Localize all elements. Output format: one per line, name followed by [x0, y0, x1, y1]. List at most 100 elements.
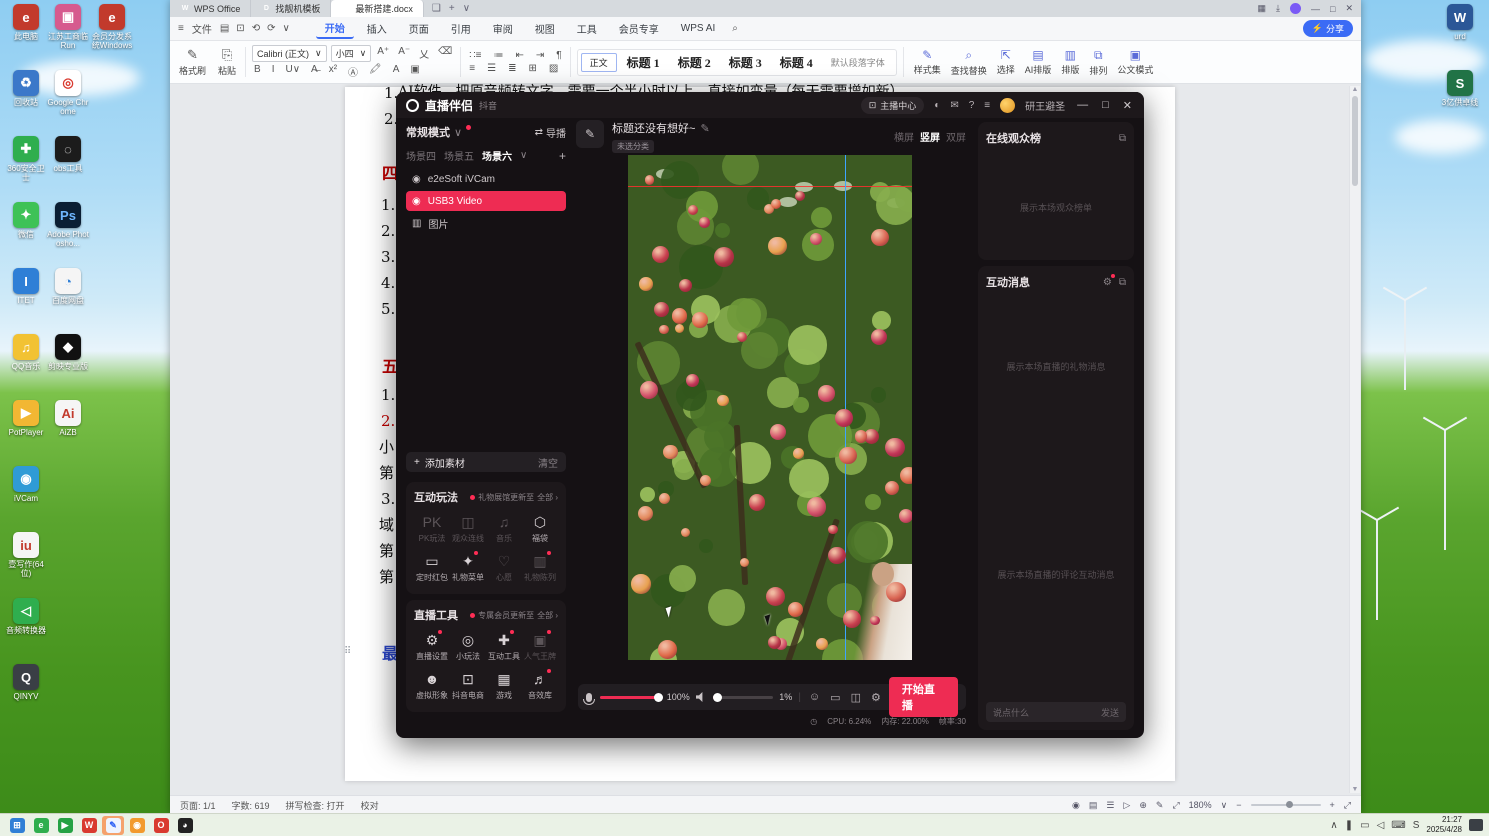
view-tool-icon[interactable]: ☰ [1106, 800, 1114, 811]
stream-title[interactable]: 标题还没有想好~ [612, 120, 695, 136]
interactive-feature[interactable]: ▥ 礼物陈列 [522, 551, 558, 583]
director-button[interactable]: ⇄ 导播 [535, 125, 566, 140]
desktop-icon[interactable]: ♻ 回收站 [4, 70, 48, 128]
desktop-icon[interactable]: ◌ obs工具 [46, 136, 90, 194]
download-icon[interactable]: ⤓ [1276, 3, 1280, 14]
file-menu[interactable]: 文件 [192, 21, 212, 36]
ribbon-tab[interactable]: 开始 [315, 18, 354, 39]
tray-icon[interactable]: ▭ [1360, 820, 1369, 831]
font-style-icon[interactable]: Ⓐ [346, 64, 360, 79]
popout-icon[interactable]: ⧉ [1119, 277, 1126, 288]
layout-grid-icon[interactable]: ▦ [1258, 3, 1267, 14]
style-preset[interactable]: 默认段落字体 [823, 54, 893, 71]
proofread-button[interactable]: 校对 [361, 799, 379, 812]
font-name-select[interactable]: Calibri (正文) ∨ [252, 45, 327, 62]
scene-tab[interactable]: 场景四 [406, 148, 436, 163]
clear-button[interactable]: 清空 [538, 455, 558, 470]
font-style-icon[interactable]: x² [327, 64, 339, 79]
ribbon-tab[interactable]: 审阅 [484, 19, 522, 38]
vertical-scrollbar[interactable]: ▲ ▼ [1349, 86, 1360, 793]
chevron-down-icon[interactable]: ∨ [454, 126, 462, 139]
search-icon[interactable]: ⌕ [730, 23, 740, 34]
paragraph-tool-icon[interactable]: ⇤ [514, 50, 526, 61]
minimize-button[interactable]: — [1311, 4, 1320, 14]
paragraph-tool-icon[interactable]: ⊞ [527, 63, 539, 74]
desktop-icon[interactable]: ▣ 江苏工商临 Run [46, 4, 90, 62]
live-tool[interactable]: ▦ 游戏 [486, 671, 522, 701]
user-avatar[interactable] [1000, 97, 1016, 113]
ribbon-tab[interactable]: 页面 [400, 19, 438, 38]
desktop-icon[interactable]: ✚ 360安全卫士 [4, 136, 48, 194]
live-tool[interactable]: ✚ 互动工具 [486, 630, 522, 662]
mode-selector[interactable]: 常规模式 [406, 124, 450, 140]
popout-icon[interactable]: ⧉ [1119, 133, 1126, 144]
zoom-in-button[interactable]: + [1330, 800, 1335, 810]
screen-mode-option[interactable]: 双屏 [946, 129, 966, 144]
desktop-icon[interactable]: ▶ PotPlayer [4, 400, 48, 458]
font-style-icon[interactable]: 🖍 [367, 64, 384, 79]
view-tool-icon[interactable]: ⊕ [1139, 800, 1147, 811]
ribbon-tool-button[interactable]: ▤ AI排版 [1021, 48, 1056, 77]
menu-icon[interactable]: ≡ [984, 100, 990, 111]
ribbon-tab[interactable]: 视图 [526, 19, 564, 38]
tray-icon[interactable]: ◁ [1377, 820, 1385, 831]
view-tool-icon[interactable]: ✎ [1156, 800, 1164, 811]
see-all-link[interactable]: 全部 › [537, 492, 558, 503]
camera-preview-photo[interactable] [628, 155, 912, 660]
desktop-icon[interactable]: iu 壹写作(64位) [4, 532, 48, 590]
comment-icon[interactable]: ❑ [432, 3, 441, 14]
ribbon-tool-button[interactable]: ▥ 排版 [1057, 48, 1083, 77]
zoom-slider[interactable] [1250, 801, 1321, 808]
style-preset[interactable]: 正文 [580, 52, 617, 72]
source-item[interactable]: ◉ USB3 Video [406, 191, 566, 211]
taskbar-app[interactable]: ✎ [102, 815, 124, 835]
font-tool-icon[interactable]: 乂 [417, 46, 431, 61]
ribbon-tool-button[interactable]: ⌕ 查找替换 [947, 48, 991, 77]
message-settings-icon[interactable]: ⚙ [1103, 273, 1115, 288]
paragraph-tool-icon[interactable]: ≣ [506, 63, 518, 74]
screen-mode-option[interactable]: 横屏 [894, 129, 914, 144]
taskbar-app[interactable]: ▶ [54, 816, 76, 835]
sticker-icon[interactable]: ☺ [807, 691, 822, 703]
interactive-feature[interactable]: ⬡ 福袋 [522, 514, 558, 544]
taskbar-app[interactable]: ◕ [174, 816, 196, 835]
view-tool-icon[interactable]: ⤢ [1172, 800, 1179, 811]
live-tool[interactable]: ♬ 音效库 [522, 669, 558, 701]
document-tab[interactable]: W 最新搭建.docx [331, 0, 424, 17]
quick-access-icon[interactable]: ∨ [282, 23, 289, 34]
speaker-icon[interactable] [695, 692, 703, 702]
theme-icon[interactable]: ◐ [934, 100, 940, 111]
desktop-icon[interactable]: ◁ 音频转换器 [4, 598, 48, 656]
wps-user-avatar[interactable] [1290, 3, 1302, 14]
desktop-icon[interactable]: ◎ Google Chrome [46, 70, 90, 128]
taskbar-app[interactable]: O [150, 816, 172, 835]
add-material-button[interactable]: + 添加素材 清空 [406, 452, 566, 472]
quick-access-icon[interactable]: ▤ [220, 23, 229, 34]
live-tool[interactable]: ⚙ 直播设置 [414, 630, 450, 662]
desktop-icon[interactable]: Ai AiZB [46, 400, 90, 458]
paste-button[interactable]: ⎘ 粘贴 [215, 47, 239, 77]
taskbar-app[interactable]: ◉ [126, 816, 148, 835]
ribbon-tool-button[interactable]: ⧉ 排列 [1085, 48, 1111, 77]
format-painter-button[interactable]: ✎ 格式刷 [176, 47, 209, 77]
desktop-icon[interactable]: ◔ 百度网盘 [46, 268, 90, 326]
view-tool-icon[interactable]: ▷ [1123, 800, 1130, 811]
ribbon-tab[interactable]: 引用 [442, 19, 480, 38]
see-all-link[interactable]: 全部 › [537, 610, 558, 621]
source-item[interactable]: ▥ 图片 [406, 213, 566, 233]
tray-icon[interactable]: ⌨ [1391, 820, 1405, 831]
fullscreen-icon[interactable]: ⤢ [1344, 800, 1351, 811]
chat-input[interactable]: 说点什么 发送 [986, 702, 1126, 722]
paragraph-tool-icon[interactable]: ≡ [467, 63, 477, 74]
share-button[interactable]: ⚡ 分享 [1302, 20, 1353, 37]
compose-icon[interactable]: ✎ [576, 120, 604, 148]
paragraph-tool-icon[interactable]: ☰ [485, 63, 498, 74]
taskbar-app[interactable]: ⊞ [6, 816, 28, 835]
font-style-icon[interactable]: A [391, 64, 402, 79]
paragraph-tool-icon[interactable]: ⇥ [534, 50, 546, 61]
quick-access-icon[interactable]: ⊡ [236, 23, 244, 34]
zoom-level[interactable]: 180% [1189, 800, 1212, 810]
font-tool-icon[interactable]: A⁻ [396, 46, 412, 61]
live-tool[interactable]: ⊡ 抖音电商 [450, 671, 486, 701]
live-tool[interactable]: ☻ 虚拟形象 [414, 671, 450, 701]
